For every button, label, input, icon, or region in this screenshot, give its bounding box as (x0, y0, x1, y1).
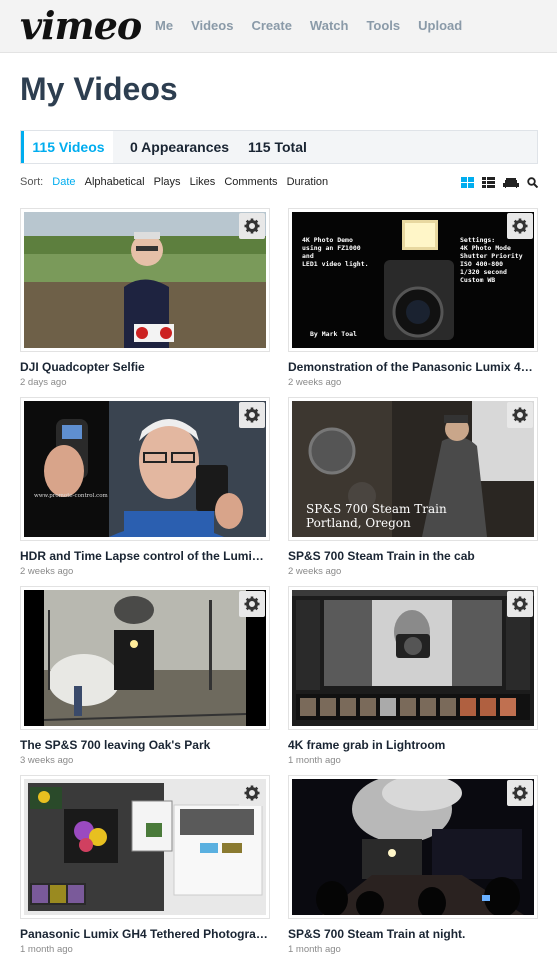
video-date: 3 weeks ago (20, 755, 74, 766)
video-card[interactable]: Panasonic Lumix GH4 Tethered Photography… (20, 775, 270, 956)
video-title[interactable]: Demonstration of the Panasonic Lumix 4K … (288, 360, 538, 375)
video-card[interactable]: www.promote-control.com HDR and Time Lap… (20, 397, 270, 578)
video-date: 1 month ago (288, 944, 341, 955)
video-tabs: 115 Videos 0 Appearances 115 Total (20, 130, 538, 164)
video-thumbnail[interactable] (20, 775, 270, 919)
video-thumbnail[interactable]: SP&S 700 Steam Train Portland, Oregon (288, 397, 538, 541)
sort-option-likes[interactable]: Likes (190, 176, 216, 188)
thumb-text-right-6: Custom WB (460, 276, 495, 284)
gear-icon[interactable] (507, 213, 533, 239)
search-icon[interactable] (527, 177, 538, 188)
video-card[interactable]: 4K frame grab in Lightroom 1 month ago (288, 586, 538, 767)
tab-total[interactable]: 115 Total (248, 131, 307, 163)
sort-option-comments[interactable]: Comments (224, 176, 277, 188)
vimeo-logo[interactable]: vimeo (20, 4, 142, 48)
gear-icon[interactable] (239, 591, 265, 617)
video-title[interactable]: Panasonic Lumix GH4 Tethered Photography (20, 927, 270, 942)
thumbnail-image (292, 590, 534, 726)
video-date: 1 month ago (20, 944, 73, 955)
tab-videos[interactable]: 115 Videos (21, 131, 113, 163)
couch-mode-icon[interactable] (503, 177, 519, 188)
video-title[interactable]: SP&S 700 Steam Train at night. (288, 927, 538, 942)
video-thumbnail[interactable] (20, 586, 270, 730)
video-card[interactable]: 4K Photo Demo using an FZ1000 and LED1 v… (288, 208, 538, 389)
thumbnail-image: www.promote-control.com (24, 401, 266, 537)
video-date: 2 weeks ago (20, 566, 74, 577)
main-nav: Me Videos Create Watch Tools Upload (155, 17, 480, 35)
view-controls (461, 177, 538, 188)
thumbnail-image (24, 212, 266, 348)
nav-item-upload[interactable]: Upload (418, 17, 462, 35)
video-title[interactable]: DJI Quadcopter Selfie (20, 360, 270, 375)
nav-item-videos[interactable]: Videos (191, 17, 233, 35)
thumb-text-right-5: 1/320 second (460, 268, 507, 276)
gear-icon[interactable] (507, 591, 533, 617)
thumb-text-right-2: 4K Photo Mode (460, 244, 511, 252)
thumb-text-right-1: Settings: (460, 236, 495, 244)
video-thumbnail[interactable]: www.promote-control.com (20, 397, 270, 541)
sort-option-duration[interactable]: Duration (287, 176, 329, 188)
sort-option-plays[interactable]: Plays (154, 176, 181, 188)
nav-item-me[interactable]: Me (155, 17, 173, 35)
video-thumbnail[interactable] (20, 208, 270, 352)
tab-appearances[interactable]: 0 Appearances (130, 131, 229, 163)
thumb-text-right-3: Shutter Priority (460, 252, 523, 260)
thumb-text-left-1: 4K Photo Demo (302, 236, 353, 244)
gear-icon[interactable] (507, 402, 533, 428)
thumbnail-image (292, 779, 534, 915)
video-date: 2 days ago (20, 377, 67, 388)
sort-bar: Sort: Date Alphabetical Plays Likes Comm… (20, 176, 538, 192)
thumb-text-url: www.promote-control.com (34, 493, 109, 499)
thumb-text-right-4: ISO 400-800 (460, 260, 503, 268)
thumbnail-image (24, 590, 266, 726)
video-date: 2 weeks ago (288, 377, 342, 388)
thumbnail-image: 4K Photo Demo using an FZ1000 and LED1 v… (292, 212, 534, 348)
thumb-text-left-2: using an FZ1000 (302, 244, 361, 252)
gear-icon[interactable] (239, 213, 265, 239)
thumbnail-image (24, 779, 266, 915)
list-view-icon[interactable] (482, 177, 495, 188)
thumb-text-left-3: and (302, 252, 314, 260)
thumbnail-image: SP&S 700 Steam Train Portland, Oregon (292, 401, 534, 537)
video-date: 1 month ago (288, 755, 341, 766)
thumb-text-author: By Mark Toal (310, 330, 357, 338)
video-title[interactable]: The SP&S 700 leaving Oak's Park (20, 738, 270, 753)
video-title[interactable]: HDR and Time Lapse control of the Lumix … (20, 549, 270, 564)
sort-option-date[interactable]: Date (52, 176, 75, 188)
top-navigation-bar: vimeo Me Videos Create Watch Tools Uploa… (0, 0, 557, 53)
grid-view-icon[interactable] (461, 177, 474, 188)
video-card[interactable]: SP&S 700 Steam Train at night. 1 month a… (288, 775, 538, 956)
sort-option-alphabetical[interactable]: Alphabetical (85, 176, 145, 188)
video-card[interactable]: DJI Quadcopter Selfie 2 days ago (20, 208, 270, 389)
video-thumbnail[interactable] (288, 586, 538, 730)
video-title[interactable]: SP&S 700 Steam Train in the cab (288, 549, 538, 564)
thumb-caption-2: Portland, Oregon (306, 516, 411, 530)
page-title: My Videos (20, 71, 178, 107)
gear-icon[interactable] (239, 780, 265, 806)
nav-item-tools[interactable]: Tools (366, 17, 400, 35)
video-thumbnail[interactable] (288, 775, 538, 919)
video-card[interactable]: SP&S 700 Steam Train Portland, Oregon SP… (288, 397, 538, 578)
thumb-text-left-4: LED1 video light. (302, 260, 369, 268)
thumb-caption-1: SP&S 700 Steam Train (306, 502, 447, 516)
video-card[interactable]: The SP&S 700 leaving Oak's Park 3 weeks … (20, 586, 270, 767)
nav-item-create[interactable]: Create (251, 17, 291, 35)
video-date: 2 weeks ago (288, 566, 342, 577)
video-title[interactable]: 4K frame grab in Lightroom (288, 738, 538, 753)
gear-icon[interactable] (239, 402, 265, 428)
nav-item-watch[interactable]: Watch (310, 17, 349, 35)
video-thumbnail[interactable]: 4K Photo Demo using an FZ1000 and LED1 v… (288, 208, 538, 352)
sort-label: Sort: (20, 176, 44, 188)
gear-icon[interactable] (507, 780, 533, 806)
